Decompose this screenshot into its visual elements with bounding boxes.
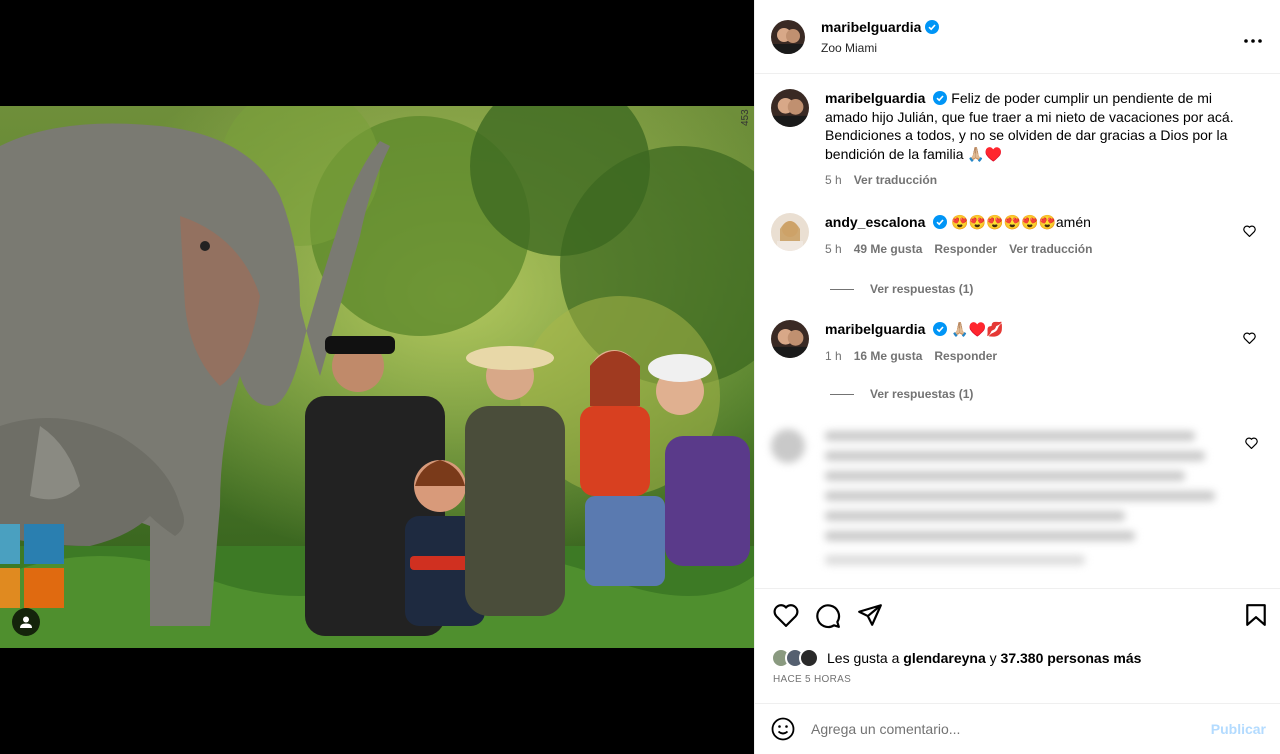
likes-summary: Les gusta a glendareyna y 37.380 persona… <box>771 648 1141 668</box>
view-replies-label: Ver respuestas (1) <box>870 387 974 401</box>
photo-corner-mark: 453 <box>740 109 751 126</box>
emoji-icon[interactable] <box>771 717 795 741</box>
instagram-post-modal: 453 maribelguardia Zoo Miami maribelguar… <box>0 0 1280 754</box>
post-location[interactable]: Zoo Miami <box>821 41 939 55</box>
comment-input[interactable] <box>811 721 1191 737</box>
save-bookmark-icon[interactable] <box>1245 603 1267 627</box>
verified-badge-icon <box>925 19 940 34</box>
heart-icon[interactable] <box>1243 225 1256 237</box>
ellipsis-icon <box>1244 39 1262 43</box>
comment-likes[interactable]: 49 Me gusta <box>854 240 923 259</box>
user-icon <box>20 616 32 628</box>
comment-time[interactable]: 5 h <box>825 240 842 259</box>
action-bar <box>755 588 1280 638</box>
liked-by-user[interactable]: glendareyna <box>903 650 985 666</box>
comment-composer: Publicar <box>755 703 1280 754</box>
verified-badge-icon <box>933 322 948 336</box>
post-timestamp[interactable]: HACE 5 HORAS <box>773 674 851 685</box>
reply-button[interactable]: Responder <box>934 347 997 366</box>
post-author-username[interactable]: maribelguardia <box>821 19 921 35</box>
avatar[interactable] <box>771 19 805 54</box>
comment-likes[interactable]: 16 Me gusta <box>854 347 923 366</box>
reply-button[interactable]: Responder <box>934 240 997 259</box>
view-replies-button[interactable]: Ver respuestas (1) <box>830 282 973 296</box>
avatar[interactable] <box>771 213 809 251</box>
comment-text: 🙏🏼♥️💋 <box>951 321 1004 337</box>
zoo-family-photo: 453 <box>0 106 754 648</box>
verified-badge-icon <box>933 91 948 105</box>
translate-link[interactable]: Ver traducción <box>854 171 937 190</box>
heart-icon[interactable] <box>1243 332 1256 344</box>
avatar[interactable] <box>771 89 809 127</box>
divider <box>830 393 854 395</box>
divider <box>830 288 854 290</box>
caption-username[interactable]: maribelguardia <box>825 90 925 106</box>
view-replies-label: Ver respuestas (1) <box>870 282 974 296</box>
publish-button[interactable]: Publicar <box>1211 721 1266 737</box>
tagged-users-button[interactable] <box>12 608 40 636</box>
post-header: maribelguardia Zoo Miami <box>755 0 1280 74</box>
comment-username[interactable]: maribelguardia <box>825 321 925 337</box>
caption: maribelguardia Feliz de poder cumplir un… <box>771 89 1264 190</box>
translate-link[interactable]: Ver traducción <box>1009 240 1092 259</box>
comments-list: maribelguardia Feliz de poder cumplir un… <box>755 75 1280 587</box>
comment-username[interactable]: andy_escalona <box>825 214 925 230</box>
comment: maribelguardia 🙏🏼♥️💋 1 h 16 Me gusta Res… <box>771 320 1264 365</box>
heart-icon[interactable] <box>1245 437 1258 449</box>
likes-joiner: y <box>989 650 997 666</box>
view-replies-button[interactable]: Ver respuestas (1) <box>830 387 973 401</box>
comment: andy_escalona 😍😍😍😍😍😍amén 5 h 49 Me gusta… <box>771 213 1264 258</box>
avatar[interactable] <box>771 320 809 358</box>
comment-text: 😍😍😍😍😍😍amén <box>951 214 1091 230</box>
liker-avatars[interactable] <box>771 648 819 668</box>
like-icon[interactable] <box>773 603 799 627</box>
post-photo[interactable]: 453 <box>0 106 754 648</box>
blurred-comment <box>771 425 1227 575</box>
more-options-button[interactable] <box>1244 26 1262 49</box>
comment-time[interactable]: 1 h <box>825 347 842 366</box>
likes-prefix: Les gusta a <box>827 650 900 666</box>
verified-badge-icon <box>933 215 948 229</box>
comment-icon[interactable] <box>815 603 841 629</box>
share-icon[interactable] <box>857 603 883 627</box>
caption-time[interactable]: 5 h <box>825 171 842 190</box>
post-side-panel: maribelguardia Zoo Miami maribelguardia … <box>754 0 1280 754</box>
media-pane: 453 <box>0 0 754 754</box>
likes-count[interactable]: 37.380 personas más <box>1001 650 1142 666</box>
